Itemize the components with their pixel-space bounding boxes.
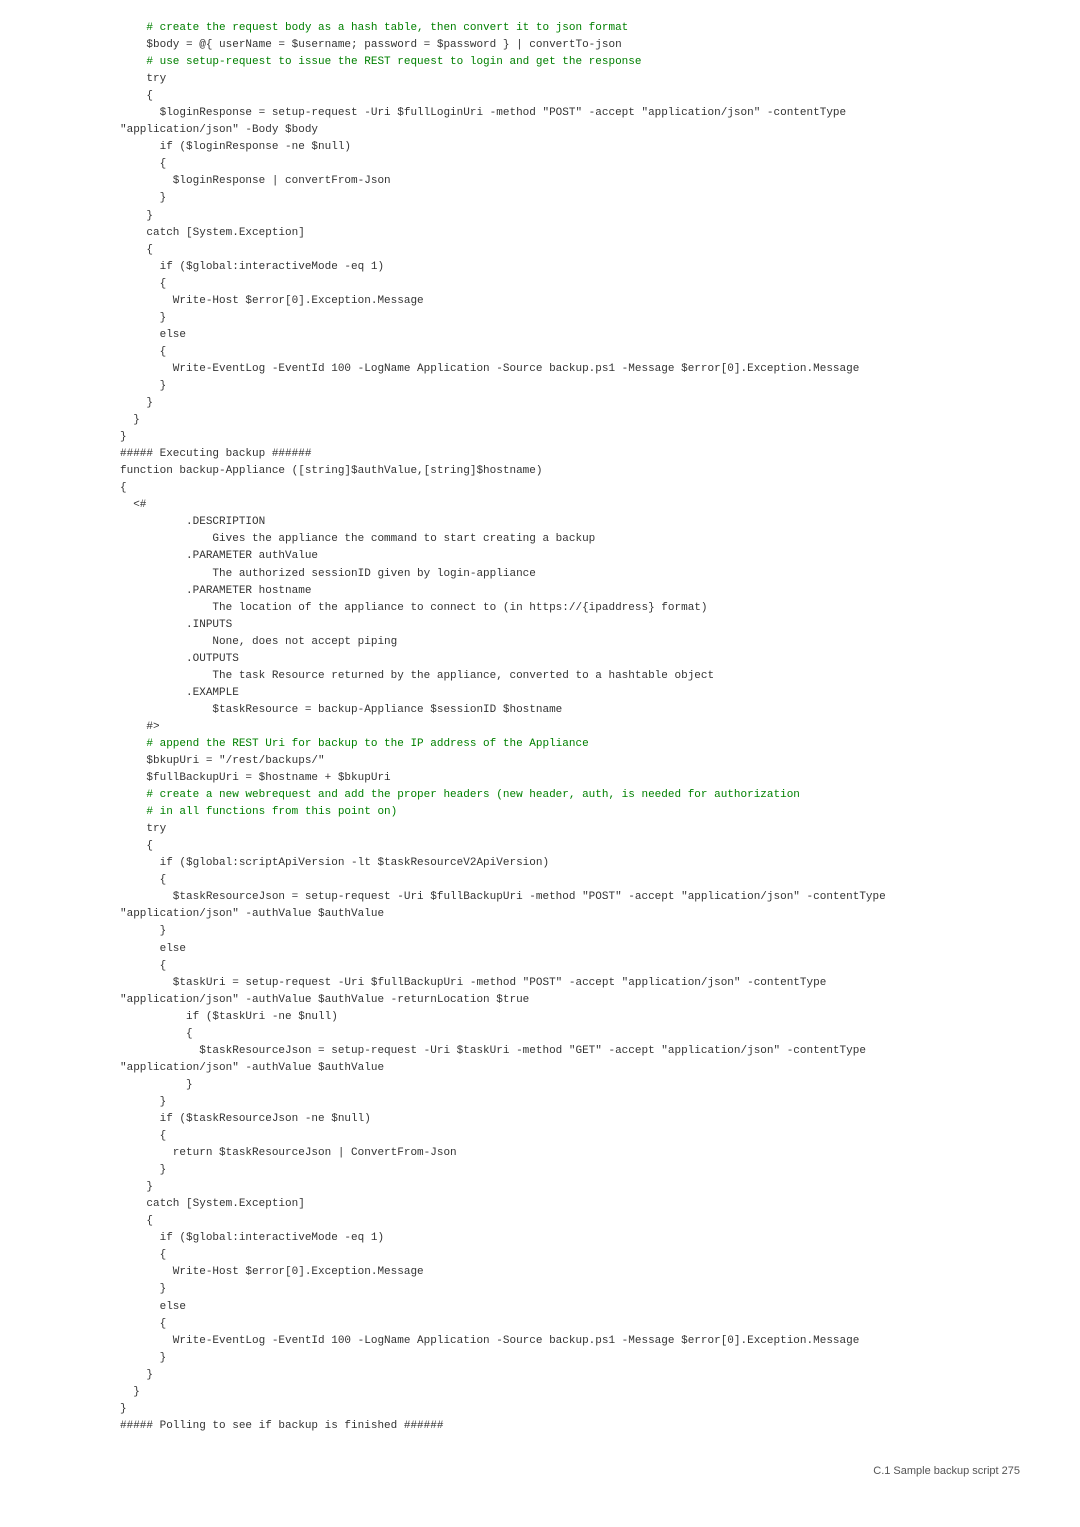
code-line: The location of the appliance to connect… bbox=[120, 600, 1020, 617]
code-line: } bbox=[120, 1384, 1020, 1401]
code-line: "application/json" -authValue $authValue bbox=[120, 1060, 1020, 1077]
code-line: { bbox=[120, 156, 1020, 173]
code-line: { bbox=[120, 1128, 1020, 1145]
code-line: if ($taskUri -ne $null) bbox=[120, 1009, 1020, 1026]
code-line: The authorized sessionID given by login-… bbox=[120, 566, 1020, 583]
code-line: if ($global:interactiveMode -eq 1) bbox=[120, 1230, 1020, 1247]
code-line: } bbox=[120, 208, 1020, 225]
code-line: { bbox=[120, 88, 1020, 105]
code-line: } bbox=[120, 429, 1020, 446]
code-line: Write-EventLog -EventId 100 -LogName App… bbox=[120, 1333, 1020, 1350]
code-line: if ($taskResourceJson -ne $null) bbox=[120, 1111, 1020, 1128]
code-line: catch [System.Exception] bbox=[120, 1196, 1020, 1213]
code-line: else bbox=[120, 1299, 1020, 1316]
code-line: The task Resource returned by the applia… bbox=[120, 668, 1020, 685]
code-line: # append the REST Uri for backup to the … bbox=[120, 736, 1020, 753]
code-line: function backup-Appliance ([string]$auth… bbox=[120, 463, 1020, 480]
code-line: } bbox=[120, 1367, 1020, 1384]
page: # create the request body as a hash tabl… bbox=[0, 0, 1080, 1527]
code-line: .PARAMETER authValue bbox=[120, 548, 1020, 565]
code-line: } bbox=[120, 412, 1020, 429]
code-line: ##### Executing backup ###### bbox=[120, 446, 1020, 463]
code-line: { bbox=[120, 480, 1020, 497]
code-line: $loginResponse | convertFrom-Json bbox=[120, 173, 1020, 190]
code-line: Write-EventLog -EventId 100 -LogName App… bbox=[120, 361, 1020, 378]
code-line: $loginResponse = setup-request -Uri $ful… bbox=[120, 105, 1020, 122]
code-line: .PARAMETER hostname bbox=[120, 583, 1020, 600]
code-line: if ($global:interactiveMode -eq 1) bbox=[120, 259, 1020, 276]
code-line: $taskResourceJson = setup-request -Uri $… bbox=[120, 1043, 1020, 1060]
code-line: Gives the appliance the command to start… bbox=[120, 531, 1020, 548]
code-line: { bbox=[120, 1026, 1020, 1043]
code-line: .DESCRIPTION bbox=[120, 514, 1020, 531]
code-line: $taskResourceJson = setup-request -Uri $… bbox=[120, 889, 1020, 906]
code-line: { bbox=[120, 242, 1020, 259]
footer-text: C.1 Sample backup script 275 bbox=[873, 1465, 1020, 1477]
code-line: $taskUri = setup-request -Uri $fullBacku… bbox=[120, 975, 1020, 992]
code-line: } bbox=[120, 1401, 1020, 1418]
code-line: { bbox=[120, 958, 1020, 975]
code-line: #> bbox=[120, 719, 1020, 736]
code-line: } bbox=[120, 923, 1020, 940]
code-line: # create the request body as a hash tabl… bbox=[120, 20, 1020, 37]
code-line: } bbox=[120, 190, 1020, 207]
code-line: $body = @{ userName = $username; passwor… bbox=[120, 37, 1020, 54]
code-line: } bbox=[120, 1350, 1020, 1367]
code-line: $fullBackupUri = $hostname + $bkupUri bbox=[120, 770, 1020, 787]
code-line: # use setup-request to issue the REST re… bbox=[120, 54, 1020, 71]
code-line: { bbox=[120, 1247, 1020, 1264]
code-line: { bbox=[120, 344, 1020, 361]
code-line: } bbox=[120, 1281, 1020, 1298]
code-line: else bbox=[120, 327, 1020, 344]
code-line: } bbox=[120, 310, 1020, 327]
code-line: "application/json" -authValue $authValue bbox=[120, 906, 1020, 923]
code-line: } bbox=[120, 378, 1020, 395]
code-line: .OUTPUTS bbox=[120, 651, 1020, 668]
code-line: { bbox=[120, 276, 1020, 293]
code-line: $taskResource = backup-Appliance $sessio… bbox=[120, 702, 1020, 719]
code-line: } bbox=[120, 1179, 1020, 1196]
code-line: } bbox=[120, 1094, 1020, 1111]
code-line: "application/json" -authValue $authValue… bbox=[120, 992, 1020, 1009]
code-line: if ($loginResponse -ne $null) bbox=[120, 139, 1020, 156]
code-line: } bbox=[120, 1162, 1020, 1179]
code-line: if ($global:scriptApiVersion -lt $taskRe… bbox=[120, 855, 1020, 872]
code-line: } bbox=[120, 395, 1020, 412]
code-line: try bbox=[120, 71, 1020, 88]
code-line: .INPUTS bbox=[120, 617, 1020, 634]
code-line: Write-Host $error[0].Exception.Message bbox=[120, 293, 1020, 310]
code-line: return $taskResourceJson | ConvertFrom-J… bbox=[120, 1145, 1020, 1162]
code-line: else bbox=[120, 941, 1020, 958]
code-line: { bbox=[120, 1213, 1020, 1230]
code-line: # in all functions from this point on) bbox=[120, 804, 1020, 821]
code-line: <# bbox=[120, 497, 1020, 514]
code-line: None, does not accept piping bbox=[120, 634, 1020, 651]
code-line: } bbox=[120, 1077, 1020, 1094]
code-line: # create a new webrequest and add the pr… bbox=[120, 787, 1020, 804]
code-line: ##### Polling to see if backup is finish… bbox=[120, 1418, 1020, 1435]
code-line: "application/json" -Body $body bbox=[120, 122, 1020, 139]
code-line: { bbox=[120, 872, 1020, 889]
code-line: Write-Host $error[0].Exception.Message bbox=[120, 1264, 1020, 1281]
page-footer: C.1 Sample backup script 275 bbox=[0, 1435, 1080, 1487]
code-block: # create the request body as a hash tabl… bbox=[0, 20, 1080, 1435]
code-line: $bkupUri = "/rest/backups/" bbox=[120, 753, 1020, 770]
code-line: catch [System.Exception] bbox=[120, 225, 1020, 242]
code-line: try bbox=[120, 821, 1020, 838]
code-line: { bbox=[120, 838, 1020, 855]
code-line: { bbox=[120, 1316, 1020, 1333]
code-line: .EXAMPLE bbox=[120, 685, 1020, 702]
